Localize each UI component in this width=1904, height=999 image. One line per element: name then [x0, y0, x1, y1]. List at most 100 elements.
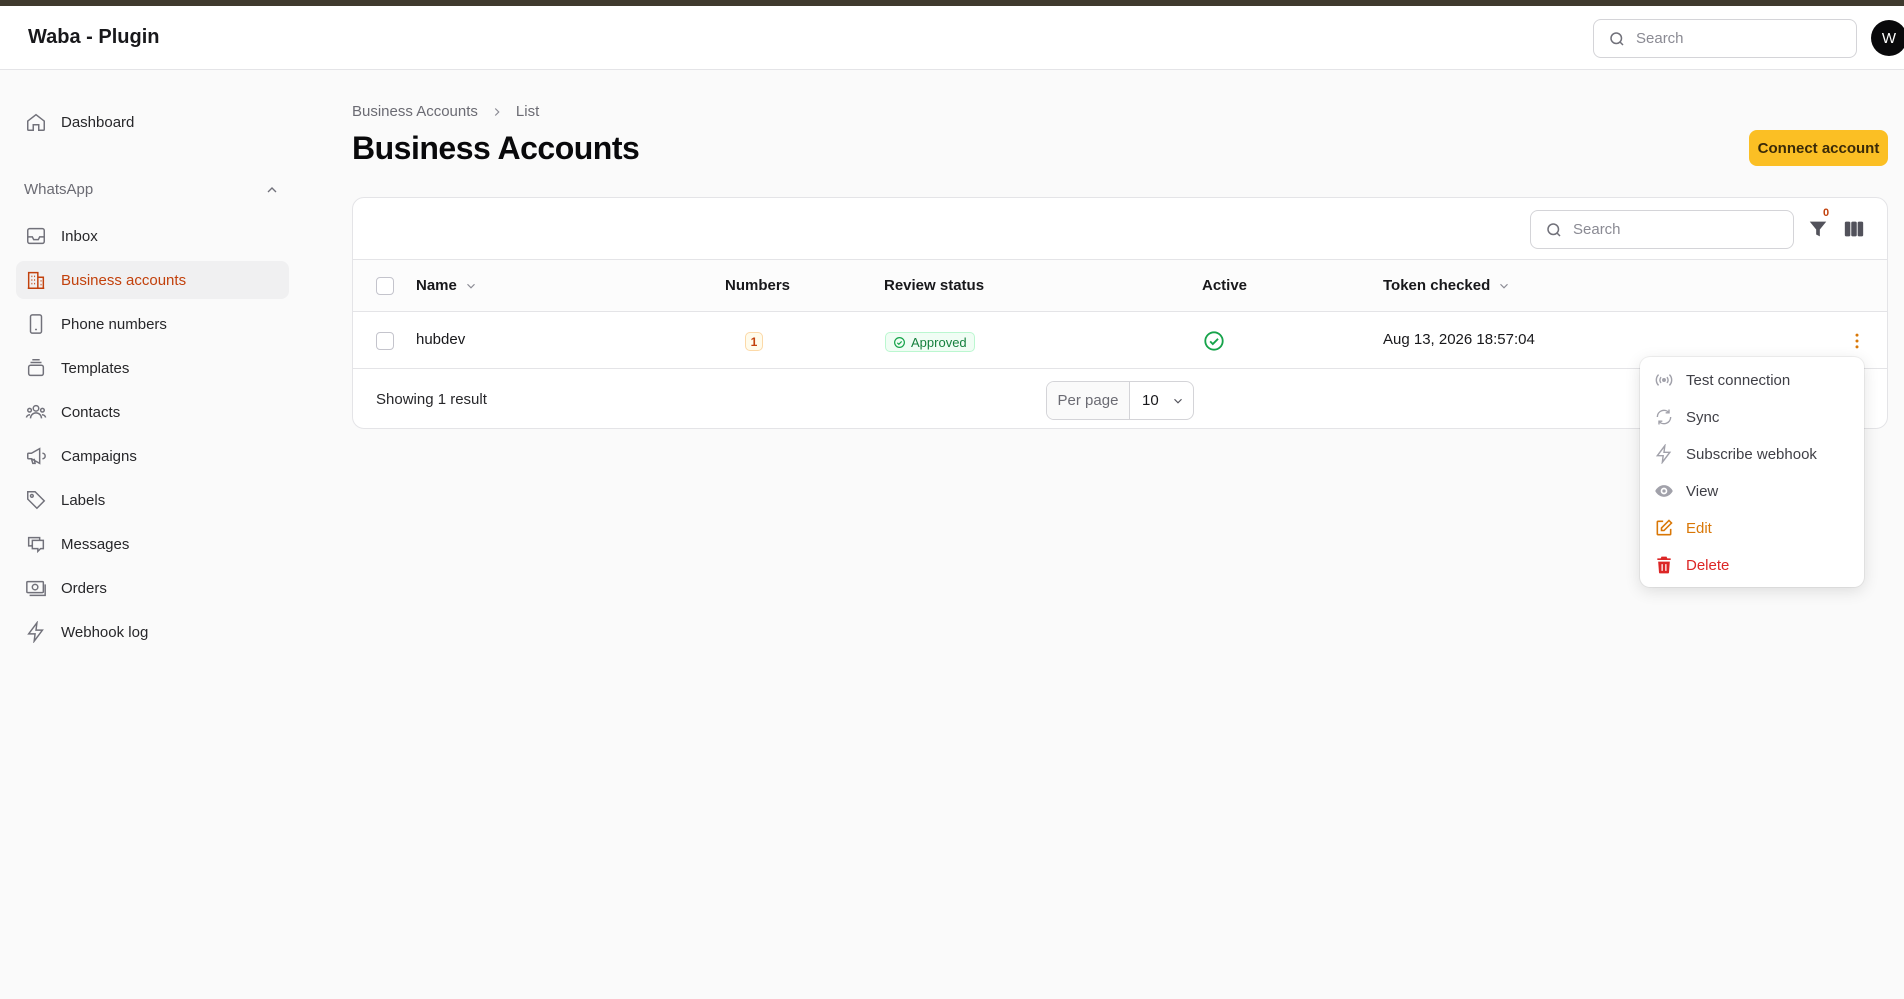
table-header: Name Numbers Review status Active Token … [353, 259, 1887, 312]
review-status-label: Approved [911, 334, 967, 350]
chevron-right-icon [494, 107, 500, 116]
home-icon [27, 113, 45, 131]
column-header-review-status: Review status [884, 277, 984, 294]
menu-item-label: Sync [1686, 408, 1720, 426]
sidebar-item-label: Labels [61, 491, 106, 509]
menu-item-label: Subscribe webhook [1686, 445, 1817, 463]
breadcrumb-current: List [515, 103, 540, 120]
menu-item-view[interactable]: View [1652, 476, 1852, 506]
sidebar-item-dashboard[interactable]: Dashboard [16, 103, 289, 141]
megaphone-icon [27, 447, 46, 465]
menu-item-edit[interactable]: Edit [1652, 513, 1852, 543]
trash-icon [1657, 556, 1671, 574]
table-search-placeholder: Search [1573, 221, 1621, 238]
results-count: Showing 1 result [376, 391, 487, 408]
global-search-placeholder: Search [1636, 30, 1684, 47]
column-header-label: Active [1202, 277, 1248, 294]
column-header-label: Numbers [725, 277, 791, 294]
sidebar-item-webhook-log[interactable]: Webhook log [16, 613, 289, 651]
page-title: Business Accounts [352, 130, 640, 166]
app-title: Waba - Plugin [28, 26, 160, 48]
column-header-token-checked[interactable]: Token checked [1383, 277, 1511, 294]
chevron-up-icon[interactable] [264, 182, 280, 198]
top-bar: Waba - Plugin Search W [0, 6, 1904, 70]
sidebar-item-templates[interactable]: Templates [16, 349, 289, 387]
per-page-select[interactable]: Per page 10 [1046, 381, 1194, 420]
sidebar-item-label: Messages [61, 535, 130, 553]
edit-icon [1656, 519, 1673, 536]
sidebar-item-labels[interactable]: Labels [16, 481, 289, 519]
column-header-label: Review status [884, 277, 985, 294]
sidebar-item-messages[interactable]: Messages [16, 525, 289, 563]
breadcrumb: Business Accounts List [352, 103, 539, 120]
connect-account-button[interactable]: Connect account [1749, 130, 1888, 166]
sidebar-item-label: Business accounts [61, 271, 187, 289]
menu-item-label: Test connection [1686, 371, 1791, 389]
inbox-icon [27, 227, 45, 245]
column-header-label: Token checked [1383, 277, 1491, 294]
menu-item-delete[interactable]: Delete [1652, 550, 1852, 580]
chevron-down-icon [1173, 398, 1182, 404]
search-icon [1547, 222, 1561, 237]
breadcrumb-parent-link[interactable]: Business Accounts [352, 103, 478, 120]
phone-icon [29, 314, 43, 334]
sidebar-item-label: Orders [61, 579, 107, 597]
token-checked-time: Aug 13, 2026 18:57:04 [1383, 331, 1535, 348]
sidebar-item-campaigns[interactable]: Campaigns [16, 437, 289, 475]
columns-icon[interactable] [1843, 218, 1865, 240]
sidebar-item-label: Phone numbers [61, 315, 167, 333]
eye-icon [1655, 485, 1673, 497]
menu-item-subscribe-webhook[interactable]: Subscribe webhook [1652, 439, 1852, 469]
sidebar-item-label: Webhook log [61, 623, 149, 641]
row-actions-menu: Test connection Sync Subscribe webhook V… [1640, 357, 1864, 587]
bolt-icon [27, 621, 44, 643]
per-page-value: 10 [1142, 392, 1159, 409]
sidebar-item-label: Campaigns [61, 447, 137, 465]
search-icon [1610, 31, 1624, 46]
row-checkbox[interactable] [376, 332, 394, 350]
menu-item-label: View [1686, 482, 1719, 500]
sidebar-item-label: Templates [61, 359, 130, 377]
user-avatar[interactable]: W [1871, 20, 1904, 56]
check-circle-icon [894, 336, 905, 348]
global-search-input[interactable]: Search [1593, 19, 1857, 58]
menu-item-label: Delete [1686, 556, 1730, 574]
chat-icon [27, 536, 45, 554]
sidebar-item-phone-numbers[interactable]: Phone numbers [16, 305, 289, 343]
active-check-icon [1204, 331, 1224, 351]
stack-icon [27, 359, 45, 377]
filter-icon[interactable] [1807, 218, 1829, 240]
select-all-checkbox[interactable] [376, 277, 394, 295]
sidebar-item-orders[interactable]: Orders [16, 569, 289, 607]
per-page-label: Per page [1047, 382, 1130, 419]
chevron-down-icon [466, 283, 475, 289]
menu-item-label: Edit [1686, 519, 1712, 537]
column-header-label: Name [416, 277, 457, 294]
more-vertical-icon[interactable] [1847, 331, 1867, 351]
column-header-active: Active [1202, 277, 1247, 294]
menu-item-sync[interactable]: Sync [1652, 402, 1852, 432]
sidebar-item-label: Dashboard [61, 113, 135, 131]
numbers-count-badge: 1 [745, 332, 763, 351]
sidebar-item-contacts[interactable]: Contacts [16, 393, 289, 431]
sidebar-group-whatsapp[interactable]: WhatsApp [24, 181, 93, 198]
table-search-input[interactable]: Search [1530, 210, 1794, 249]
account-name: hubdev [416, 331, 466, 348]
sidebar-item-inbox[interactable]: Inbox [16, 217, 289, 255]
column-header-numbers: Numbers [725, 277, 790, 294]
users-icon [25, 404, 47, 419]
tag-icon [27, 491, 46, 510]
bolt-icon [1655, 444, 1672, 464]
refresh-icon [1656, 409, 1672, 425]
per-page-value-box[interactable]: 10 [1130, 382, 1193, 419]
review-status-badge: Approved [885, 332, 975, 352]
signal-icon [1655, 374, 1673, 386]
cash-icon [26, 580, 46, 597]
chevron-down-icon [1500, 283, 1509, 289]
sidebar-item-business-accounts[interactable]: Business accounts [16, 261, 289, 299]
menu-item-test-connection[interactable]: Test connection [1652, 365, 1852, 395]
column-header-name[interactable]: Name [416, 277, 478, 294]
sidebar: Dashboard WhatsApp Inbox Business accoun… [0, 71, 300, 999]
sidebar-item-label: Contacts [61, 403, 121, 421]
building-icon [27, 271, 45, 289]
